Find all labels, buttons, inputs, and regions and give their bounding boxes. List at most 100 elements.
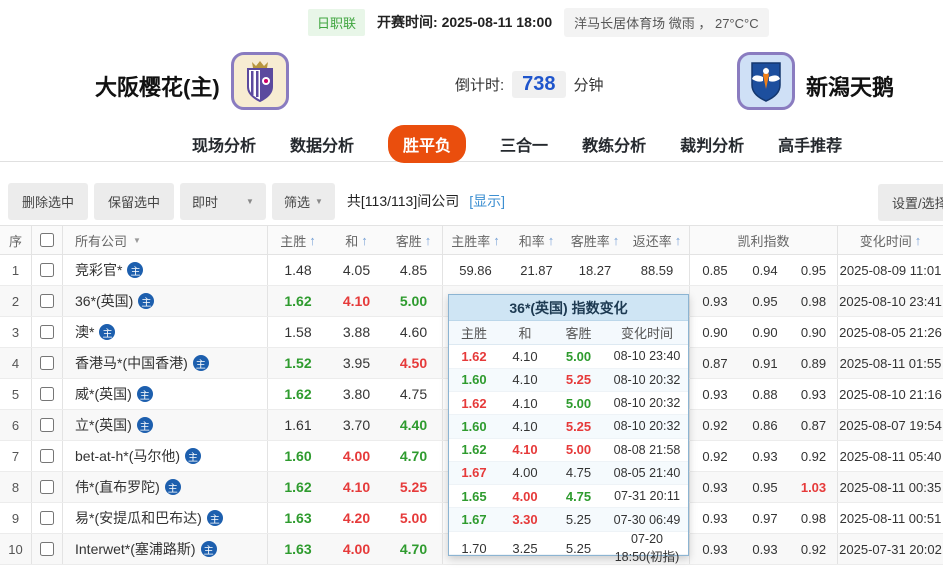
kelly-value: 0.90 — [790, 317, 838, 347]
company-cell[interactable]: 澳* 主 — [63, 317, 268, 347]
tab-live-analysis[interactable]: 现场分析 — [192, 132, 256, 156]
draw-odds-cell[interactable]: 4.10 — [328, 479, 385, 495]
tab-data-analysis[interactable]: 数据分析 — [290, 132, 354, 156]
company-cell[interactable]: 伟*(直布罗陀) 主 — [63, 472, 268, 502]
popup-change-time: 07-30 06:49 — [613, 512, 681, 527]
row-checkbox[interactable] — [40, 511, 54, 525]
odds-mode-select[interactable]: 即时 ▼ — [180, 182, 266, 220]
row-seq: 9 — [0, 503, 32, 533]
row-checkbox[interactable] — [40, 294, 54, 308]
kelly-value: 0.95 — [752, 293, 778, 309]
home-odds-cell[interactable]: 1.63 — [268, 510, 328, 526]
home-odds-cell[interactable]: 1.58 — [268, 324, 328, 340]
row-checkbox-cell — [32, 379, 63, 409]
draw-odds-cell[interactable]: 4.00 — [328, 541, 385, 557]
popup-change-time: 08-10 20:32 — [613, 372, 681, 387]
header-return-rate[interactable]: 返还率 ↑ — [625, 226, 690, 254]
show-link[interactable]: [显示] — [469, 191, 505, 211]
kelly-value: 0.93 — [702, 541, 728, 557]
tab-referee-analysis[interactable]: 裁判分析 — [680, 132, 744, 156]
home-odds-cell[interactable]: 1.63 — [268, 541, 328, 557]
home-odds-cell[interactable]: 1.60 — [268, 448, 328, 464]
draw-odds-cell[interactable]: 3.88 — [328, 324, 385, 340]
away-odds-cell[interactable]: 5.00 — [385, 503, 443, 533]
header-away-odds[interactable]: 客胜 ↑ — [385, 226, 443, 254]
popup-row: 1.70 3.25 5.25 07-20 18:50(初指) — [449, 532, 688, 564]
away-team-name: 新潟天鹅 — [806, 75, 895, 100]
header-change-time[interactable]: 变化时间 ↑ — [838, 226, 943, 254]
away-odds-cell[interactable]: 4.40 — [385, 410, 443, 440]
header-away-rate[interactable]: 客胜率 ↑ — [565, 226, 625, 254]
company-cell[interactable]: 威*(英国) 主 — [63, 379, 268, 409]
header-company-label: 所有公司 — [75, 233, 128, 249]
row-seq: 1 — [0, 255, 32, 285]
kelly-value: 0.93 — [702, 293, 728, 309]
kelly-value: 0.87 — [702, 355, 728, 371]
keep-selected-button[interactable]: 保留选中 — [94, 182, 175, 220]
home-odds-cell[interactable]: 1.62 — [268, 386, 328, 402]
company-cell[interactable]: 36*(英国) 主 — [63, 286, 268, 316]
company-cell[interactable]: 香港马*(中国香港) 主 — [63, 348, 268, 378]
delete-selected-button[interactable]: 删除选中 — [8, 182, 89, 220]
header-draw-rate[interactable]: 和率 ↑ — [508, 226, 565, 254]
header-home-rate[interactable]: 主胜率 ↑ — [443, 226, 508, 254]
home-odds-cell[interactable]: 1.62 — [268, 479, 328, 495]
company-cell[interactable]: bet-at-h*(马尔他) 主 — [63, 441, 268, 471]
change-time: 2025-08-11 01:55 — [839, 355, 942, 371]
home-odds-cell[interactable]: 1.61 — [268, 417, 328, 433]
tab-coach-analysis[interactable]: 教练分析 — [582, 132, 646, 156]
row-seq: 3 — [0, 317, 32, 347]
home-odds-cell[interactable]: 1.52 — [268, 355, 328, 371]
main-company-badge-icon: 主 — [185, 448, 202, 464]
tab-expert-recommend[interactable]: 高手推荐 — [778, 132, 842, 156]
row-checkbox[interactable] — [40, 387, 54, 401]
popup-home-odds: 1.65 — [461, 488, 487, 504]
away-odds-cell[interactable]: 4.85 — [385, 255, 443, 285]
away-odds-cell[interactable]: 4.70 — [385, 534, 443, 564]
company-cell[interactable]: 竞彩官* 主 — [63, 255, 268, 285]
draw-odds-cell[interactable]: 3.95 — [328, 355, 385, 371]
popup-title: 36*(英国) 指数变化 — [449, 295, 688, 322]
company-cell[interactable]: 立*(英国) 主 — [63, 410, 268, 440]
row-checkbox[interactable] — [40, 480, 54, 494]
away-odds-cell[interactable]: 4.70 — [385, 441, 443, 471]
row-checkbox[interactable] — [40, 356, 54, 370]
settings-select-button[interactable]: 设置/选择 — [878, 184, 943, 221]
home-odds-cell[interactable]: 1.62 — [268, 293, 328, 309]
select-all-checkbox[interactable] — [40, 233, 54, 247]
away-odds-cell[interactable]: 5.00 — [385, 286, 443, 316]
countdown-value: 738 — [512, 71, 566, 98]
kelly-value: 0.90 — [702, 324, 728, 340]
row-checkbox[interactable] — [40, 263, 54, 277]
kelly-value: 1.03 — [790, 472, 838, 502]
company-cell[interactable]: Interwet*(塞浦路斯) 主 — [63, 534, 268, 564]
row-checkbox[interactable] — [40, 418, 54, 432]
home-team-name: 大阪樱花(主) — [95, 75, 220, 100]
away-odds-cell[interactable]: 4.50 — [385, 348, 443, 378]
away-odds-cell[interactable]: 4.75 — [385, 379, 443, 409]
tab-win-draw-lose[interactable]: 胜平负 — [388, 124, 467, 163]
away-odds-cell[interactable]: 5.25 — [385, 472, 443, 502]
draw-odds-cell[interactable]: 4.20 — [328, 510, 385, 526]
row-checkbox[interactable] — [40, 325, 54, 339]
draw-odds-cell[interactable]: 3.70 — [328, 417, 385, 433]
header-draw-odds[interactable]: 和 ↑ — [328, 226, 385, 254]
away-odds-cell[interactable]: 4.60 — [385, 317, 443, 347]
filter-button[interactable]: 筛选 ▼ — [271, 182, 335, 220]
draw-odds-cell[interactable]: 3.80 — [328, 386, 385, 402]
popup-draw-odds: 4.10 — [512, 395, 538, 411]
draw-odds-cell[interactable]: 4.05 — [328, 262, 385, 278]
kelly-value: 0.92 — [702, 448, 728, 464]
company-name: 香港马*(中国香港) — [75, 355, 188, 371]
popup-row: 1.62 4.10 5.00 08-08 21:58 — [449, 439, 688, 462]
kelly-value: 0.93 — [790, 379, 838, 409]
header-home-odds[interactable]: 主胜 ↑ — [268, 226, 328, 254]
draw-odds-cell[interactable]: 4.00 — [328, 448, 385, 464]
company-cell[interactable]: 易*(安提瓜和巴布达) 主 — [63, 503, 268, 533]
tab-three-in-one[interactable]: 三合一 — [500, 132, 548, 156]
home-odds-cell[interactable]: 1.48 — [268, 262, 328, 278]
row-checkbox[interactable] — [40, 542, 54, 556]
draw-odds-cell[interactable]: 4.10 — [328, 293, 385, 309]
header-company[interactable]: 所有公司 ▼ — [63, 226, 268, 254]
row-checkbox[interactable] — [40, 449, 54, 463]
